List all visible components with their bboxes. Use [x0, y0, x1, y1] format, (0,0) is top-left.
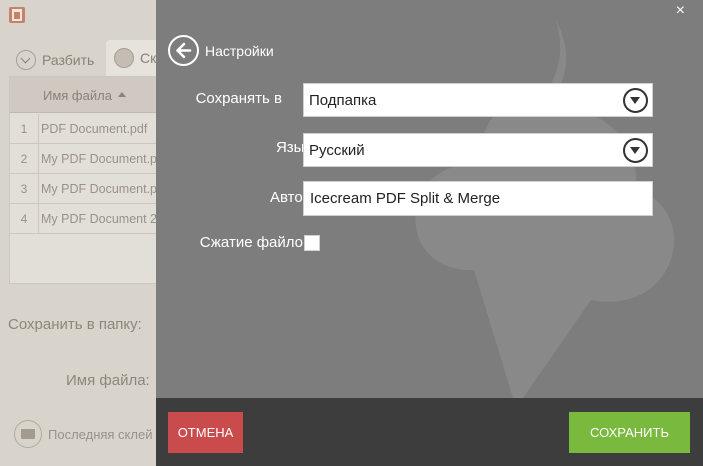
author-input[interactable] — [303, 181, 653, 216]
tab-split[interactable]: Разбить — [8, 44, 104, 76]
row-file-name: PDF Document.pdf — [41, 122, 148, 136]
tab-merge-label: Ск — [140, 50, 157, 66]
settings-panel: × Настройки Сохранять в Подпапка Язык Ру… — [156, 0, 703, 466]
row-number: 1 — [10, 114, 39, 144]
merge-icon — [114, 48, 134, 68]
save-in-value: Подпапка — [309, 92, 377, 109]
cancel-button[interactable]: ОТМЕНА — [168, 412, 243, 453]
table-row[interactable]: 3 My PDF Document.p — [10, 174, 160, 204]
back-button[interactable] — [168, 35, 199, 66]
last-merge-label: Последняя склей — [48, 426, 153, 442]
save-folder-label: Сохранить в папку: — [8, 316, 142, 333]
close-button[interactable]: × — [676, 3, 685, 19]
table-row[interactable]: 1 PDF Document.pdf — [10, 114, 160, 144]
arrow-left-icon — [176, 42, 192, 59]
table-row[interactable]: 2 My PDF Document.p — [10, 144, 160, 174]
save-in-label: Сохранять в — [195, 90, 282, 107]
split-icon — [16, 50, 36, 70]
last-merge-button[interactable]: Последняя склей — [14, 420, 152, 448]
table-header[interactable]: Имя файла — [10, 77, 160, 113]
save-button[interactable]: СОХРАНИТЬ — [569, 412, 690, 453]
row-file-name: My PDF Document.p — [41, 182, 158, 196]
row-number: 3 — [10, 174, 39, 204]
language-value: Русский — [309, 142, 365, 159]
folder-icon — [14, 420, 42, 448]
table-row[interactable]: 4 My PDF Document 2 — [10, 204, 160, 234]
save-in-select[interactable]: Подпапка — [303, 83, 653, 117]
sort-ascending-icon — [118, 92, 126, 97]
file-table: Имя файла 1 PDF Document.pdf 2 My PDF Do… — [9, 76, 160, 284]
row-file-name: My PDF Document 2 — [41, 212, 158, 226]
row-number: 4 — [10, 204, 39, 234]
panel-title: Настройки — [205, 43, 274, 59]
chevron-down-icon — [623, 88, 648, 113]
row-number: 2 — [10, 144, 39, 174]
tab-split-label: Разбить — [42, 52, 95, 68]
file-name-label: Имя файла: — [66, 372, 150, 389]
row-file-name: My PDF Document.p — [41, 152, 158, 166]
app-logo-icon — [9, 7, 25, 23]
compress-files-label: Сжатие файлов — [199, 234, 311, 251]
bottom-bar: ОТМЕНА СОХРАНИТЬ — [156, 398, 703, 466]
language-select[interactable]: Русский — [303, 133, 653, 167]
compress-files-checkbox[interactable] — [304, 235, 320, 251]
column-header-file-name: Имя файла — [43, 88, 112, 103]
chevron-down-icon — [623, 138, 648, 163]
